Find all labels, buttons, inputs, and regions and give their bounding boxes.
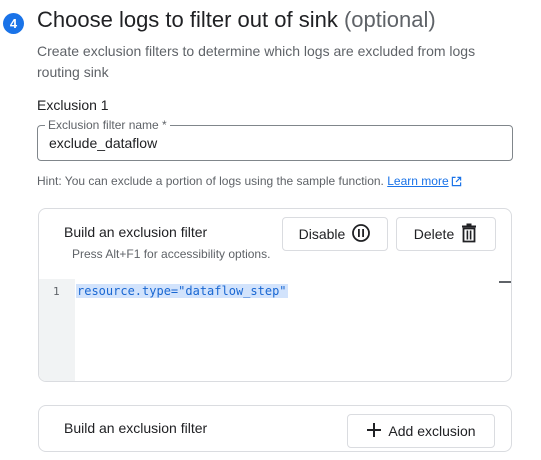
add-exclusion-card: Build an exclusion filter Add exclusion <box>38 405 512 452</box>
query-code-line[interactable]: resource.type="dataflow_step" <box>76 284 288 298</box>
learn-more-label[interactable]: Learn more <box>387 174 448 188</box>
trash-icon <box>460 223 478 246</box>
editor-scroll-marker <box>499 281 511 283</box>
step-title-text: Choose logs to filter out of sink <box>37 7 338 32</box>
accessibility-hint: Press Alt+F1 for accessibility options. <box>72 247 271 261</box>
add-card-title: Build an exclusion filter <box>64 420 208 436</box>
add-exclusion-button[interactable]: Add exclusion <box>347 414 495 448</box>
line-number: 1 <box>53 285 60 298</box>
hint-message: Hint: You can exclude a portion of logs … <box>37 174 384 188</box>
optional-label: (optional) <box>343 7 436 32</box>
exclusion-name-value[interactable]: exclude_dataflow <box>49 135 157 151</box>
filter-card-title: Build an exclusion filter <box>64 224 208 240</box>
exclusion-name-label: Exclusion filter name * <box>45 118 170 132</box>
plus-icon <box>366 422 382 441</box>
learn-more-link[interactable]: Learn more <box>387 174 461 188</box>
step-description: Create exclusion filters to determine wh… <box>37 43 476 80</box>
step-title: Choose logs to filter out of sink (optio… <box>37 7 436 33</box>
delete-label: Delete <box>413 226 455 242</box>
exclusion-heading: Exclusion 1 <box>37 97 109 113</box>
add-exclusion-label: Add exclusion <box>388 423 476 439</box>
editor-gutter: 1 <box>39 279 75 381</box>
exclusion-filter-card: Build an exclusion filter Press Alt+F1 f… <box>38 208 512 382</box>
disable-button[interactable]: Disable <box>282 217 388 251</box>
step-number-badge: 4 <box>3 13 24 34</box>
exclusion-name-field[interactable]: Exclusion filter name * exclude_dataflow <box>37 118 513 161</box>
open-in-new-icon <box>451 176 462 190</box>
delete-button[interactable]: Delete <box>396 217 496 251</box>
query-editor[interactable]: 1 resource.type="dataflow_step" <box>39 279 511 381</box>
disable-label: Disable <box>298 226 346 242</box>
hint-text: Hint: You can exclude a portion of logs … <box>37 174 462 190</box>
pause-circle-icon <box>351 223 371 246</box>
